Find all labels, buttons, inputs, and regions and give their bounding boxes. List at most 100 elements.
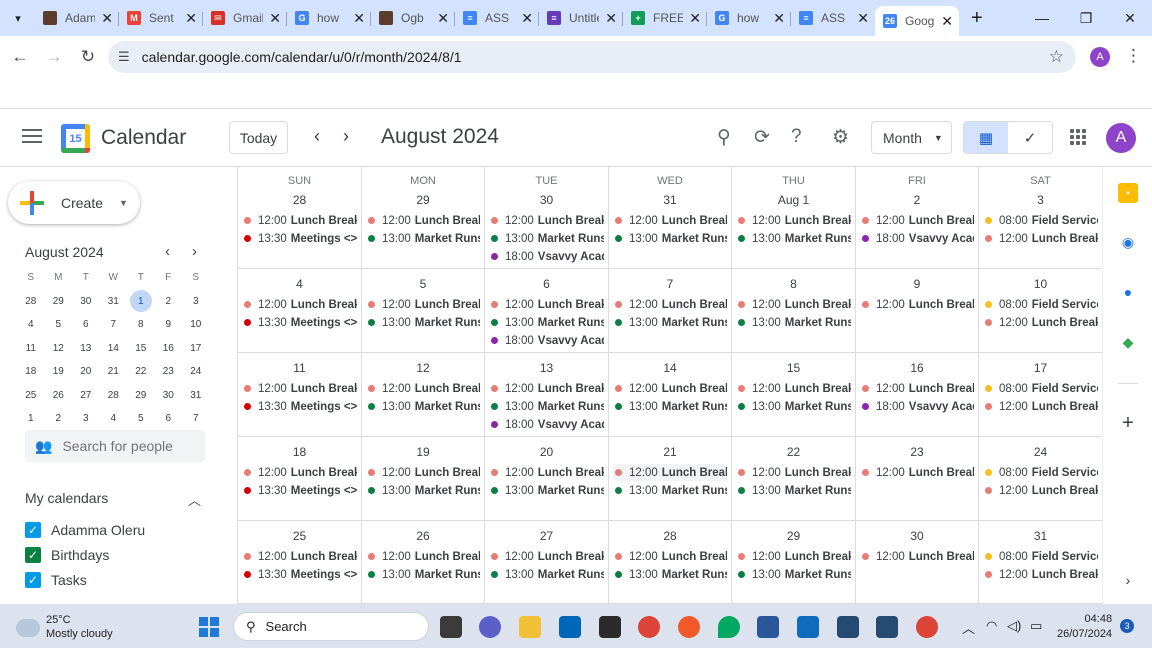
day-cell[interactable]: THU Aug 1 12:00 Lunch Break. 13:00 Market Run… — [732, 167, 856, 269]
mini-calendar-day[interactable]: 26 — [45, 384, 73, 408]
event-chip[interactable]: 13:00 Market Runs. — [489, 398, 604, 415]
keep-icon[interactable]: ▪ — [1118, 183, 1138, 203]
prev-month-icon[interactable]: ‹ — [314, 126, 320, 147]
event-chip[interactable]: 13:00 Market Runs. — [489, 314, 604, 331]
day-number[interactable]: 22 — [732, 445, 855, 459]
event-chip[interactable]: 12:00Lunch Break. — [489, 548, 604, 565]
event-chip[interactable]: 08:00 Field Service — [983, 380, 1098, 397]
day-number[interactable]: 8 — [732, 277, 855, 291]
battery-icon[interactable]: ▭ — [1030, 618, 1042, 634]
search-people-input[interactable]: 👥 Search for people — [25, 430, 205, 462]
event-chip[interactable]: 13:00 Market Runs. — [489, 230, 604, 247]
next-month-icon[interactable]: › — [343, 126, 349, 147]
event-chip[interactable]: 18:00Vsavvy Academy — [860, 230, 974, 247]
day-number[interactable]: 28 — [609, 529, 731, 543]
event-chip[interactable]: 13:00 Market Runs. — [736, 566, 851, 583]
terminal-icon[interactable] — [599, 616, 621, 638]
wifi-icon[interactable]: ◠ — [986, 618, 997, 634]
day-number[interactable]: 26 — [362, 529, 484, 543]
event-chip[interactable]: 12:00Lunch Break. — [736, 212, 851, 229]
address-bar[interactable]: ☰ calendar.google.com/calendar/u/0/r/mon… — [108, 41, 1076, 73]
event-chip[interactable]: 08:00 Field Service — [983, 548, 1098, 565]
minimize-icon[interactable]: — — [1020, 0, 1064, 36]
notification-badge[interactable]: 3 — [1120, 619, 1134, 633]
day-cell[interactable]: 31 08:00 Field Service 12:00 Lunch Break. — [979, 521, 1103, 604]
event-chip[interactable]: 12:00Lunch Break. — [736, 548, 851, 565]
day-cell[interactable]: 1912:00Lunch Break.13:00Market Runs. — [362, 437, 485, 521]
event-chip[interactable]: 08:00 Field Service — [983, 296, 1098, 313]
day-cell[interactable]: 1212:00Lunch Break.13:00Market Runs. — [362, 353, 485, 437]
close-tab-icon[interactable]: ✕ — [521, 10, 533, 27]
teams-chat-icon[interactable] — [479, 616, 501, 638]
day-number[interactable]: 7 — [609, 277, 731, 291]
mini-calendar-day[interactable]: 13 — [72, 337, 100, 361]
event-chip[interactable]: 12:00Lunch Break. — [860, 296, 974, 313]
mini-calendar-day[interactable]: 29 — [127, 384, 155, 408]
mini-calendar-day[interactable]: 22 — [127, 360, 155, 384]
browser-tab[interactable]: + FREE ✕ — [623, 4, 707, 32]
mini-calendar-day[interactable]: 11 — [17, 337, 45, 361]
event-chip[interactable]: 12:00Lunch Break. — [242, 464, 357, 481]
mini-calendar-day[interactable]: 29 — [45, 290, 73, 314]
day-number[interactable]: 14 — [609, 361, 731, 375]
mini-calendar-day[interactable]: 7 — [182, 407, 210, 431]
mini-calendar-day[interactable]: 15 — [127, 337, 155, 361]
event-chip[interactable]: 18:00Vsavvy Academy — [860, 398, 974, 415]
create-dropdown-icon[interactable]: ▼ — [119, 198, 128, 208]
close-tab-icon[interactable]: ✕ — [689, 10, 701, 27]
search-icon[interactable]: ⚲ — [717, 126, 731, 149]
mini-calendar-day[interactable]: 3 — [182, 290, 210, 314]
day-cell[interactable]: 27 12:00 Lunch Break. 13:00 Market Runs. — [485, 521, 609, 604]
mini-next-month-icon[interactable]: › — [192, 243, 197, 260]
browser-tab[interactable]: Ghow ✕ — [287, 4, 371, 32]
day-cell[interactable]: MON2912:00Lunch Break.13:00Market Runs. — [362, 167, 485, 269]
day-number[interactable]: 10 — [979, 277, 1102, 291]
mini-calendar-day[interactable]: 18 — [17, 360, 45, 384]
event-chip[interactable]: 13:30Meetings <> Hi — [242, 230, 357, 247]
event-chip[interactable]: 12:00Lunch Break. — [366, 548, 480, 565]
event-chip[interactable]: 08:00 Field Service — [983, 212, 1098, 229]
mongodb-icon[interactable] — [718, 616, 740, 638]
remote-app-icon-2[interactable] — [876, 616, 898, 638]
mini-calendar-day[interactable]: 9 — [155, 313, 183, 337]
event-chip[interactable]: 12:00Lunch Break. — [736, 296, 851, 313]
calendar-view-icon[interactable]: ▦ — [964, 122, 1008, 153]
url-text[interactable]: calendar.google.com/calendar/u/0/r/month… — [142, 49, 462, 65]
event-chip[interactable]: 13:30Meetings <> Hi — [242, 566, 357, 583]
event-chip[interactable]: 13:00 Market Runs. — [366, 566, 480, 583]
close-tab-icon[interactable]: ✕ — [605, 10, 617, 27]
browser-tab[interactable]: M Sent ✕ — [119, 4, 203, 32]
app-icon[interactable] — [678, 616, 700, 638]
close-tab-icon[interactable]: ✕ — [857, 10, 869, 27]
day-cell[interactable]: 2512:00Lunch Break.13:30Meetings <> Hi — [238, 521, 362, 604]
event-chip[interactable]: 12:00Lunch Break. — [983, 482, 1098, 499]
day-number[interactable]: 2 — [856, 193, 978, 207]
day-number[interactable]: 25 — [238, 529, 361, 543]
vscode-icon[interactable] — [559, 616, 581, 638]
close-tab-icon[interactable]: ✕ — [941, 13, 953, 30]
google-apps-icon[interactable] — [1070, 129, 1086, 145]
site-info-icon[interactable]: ☰ — [118, 49, 130, 65]
browser-tab[interactable]: ≡ ASS ✕ — [455, 4, 539, 32]
event-chip[interactable]: 13:00 Market Runs. — [613, 398, 727, 415]
day-number[interactable]: 23 — [856, 445, 978, 459]
windows-start-icon[interactable] — [199, 617, 219, 637]
mini-calendar-day[interactable]: 6 — [72, 313, 100, 337]
store-icon[interactable] — [797, 616, 819, 638]
browser-menu-icon[interactable]: ⋮ — [1125, 46, 1142, 66]
day-cell[interactable]: 30 12:00Lunch Break. — [856, 521, 979, 604]
maps-icon[interactable]: ◆ — [1118, 332, 1138, 352]
day-number[interactable]: 18 — [238, 445, 361, 459]
volume-icon[interactable]: ◁) — [1007, 618, 1021, 634]
event-chip[interactable]: 12:00Lunch Break. — [489, 464, 604, 481]
day-number[interactable]: 4 — [238, 277, 361, 291]
day-cell[interactable]: 18 12:00Lunch Break.13:30Meetings <> Hi — [238, 437, 362, 521]
close-tab-icon[interactable]: ✕ — [437, 10, 449, 27]
event-chip[interactable]: 13:30Meetings <> Hi — [242, 482, 357, 499]
day-number[interactable]: 12 — [362, 361, 484, 375]
day-cell[interactable]: 10 08:00 Field Service 12:00 Lunch Break. — [979, 269, 1103, 353]
event-chip[interactable]: 12:00Lunch Break. — [983, 230, 1098, 247]
day-number[interactable]: 16 — [856, 361, 978, 375]
tab-search-dropdown-icon[interactable]: ▾ — [5, 5, 31, 31]
event-chip[interactable]: 18:00Vsavvy Academy — [489, 248, 604, 265]
